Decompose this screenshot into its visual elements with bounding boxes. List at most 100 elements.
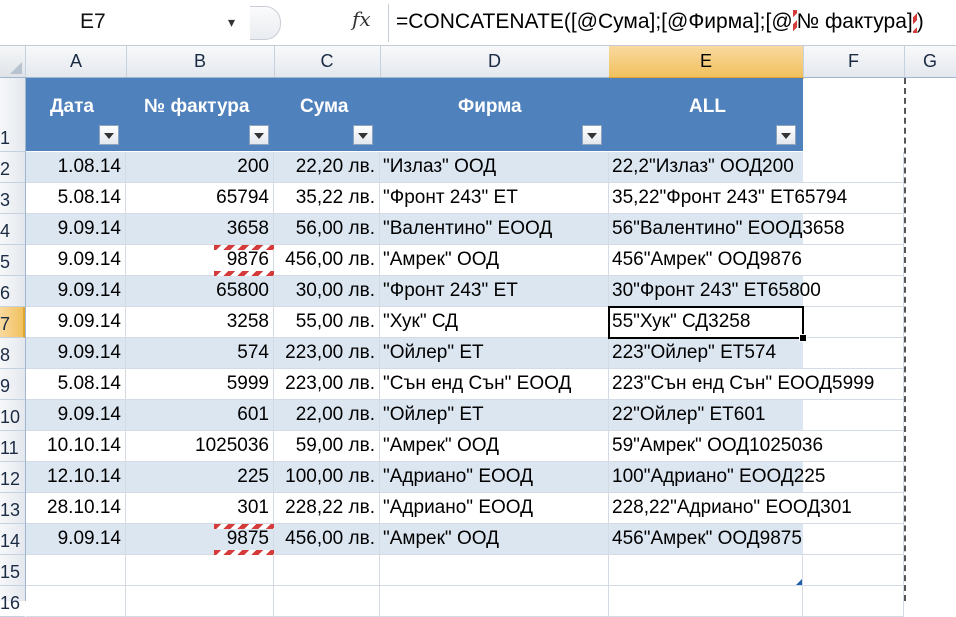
cell-c5[interactable]: 456,00 лв. [274, 245, 380, 276]
column-header-d[interactable]: D [380, 46, 610, 77]
row-header-1[interactable]: 1 [0, 78, 25, 152]
cell-a8[interactable]: 9.09.14 [26, 338, 126, 369]
row-header-11[interactable]: 11 [0, 431, 25, 462]
cell-a5[interactable]: 9.09.14 [26, 245, 126, 276]
empty-cell[interactable] [609, 555, 803, 586]
cell-a4[interactable]: 9.09.14 [26, 214, 126, 245]
cell-b7[interactable]: 3258 [126, 307, 274, 338]
cell-b13[interactable]: 301 [126, 493, 274, 524]
empty-cell[interactable] [274, 555, 380, 586]
cell-e11[interactable]: 59"Амрек" ООД1025036 [609, 431, 823, 462]
row-header-8[interactable]: 8 [0, 338, 25, 369]
empty-cell[interactable] [803, 431, 904, 462]
row-header-14[interactable]: 14 [0, 524, 25, 555]
worksheet-grid[interactable]: ABCDEFG 1 2 3 4 5 6 7 8 9 10 11 12 13 14 15 16 1.08.14 2… [0, 46, 956, 617]
cell-d4[interactable]: "Валентино" ЕООД [380, 214, 609, 245]
select-all-button[interactable] [0, 46, 26, 77]
cell-c2[interactable]: 22,20 лв. [274, 152, 380, 183]
filter-dropdown-icon[interactable] [582, 125, 602, 145]
row-header-2[interactable]: 2 [0, 152, 25, 183]
empty-cell[interactable] [803, 400, 904, 431]
column-header-e[interactable]: E [609, 46, 804, 79]
name-box-dropdown-icon[interactable]: ▾ [228, 8, 235, 36]
cell-b4[interactable]: 3658 [126, 214, 274, 245]
filter-dropdown-icon[interactable] [776, 125, 796, 145]
cell-d9[interactable]: "Сън енд Сън" ЕООД [380, 369, 609, 400]
cell-e10[interactable]: 22"Ойлер" ЕТ601 [609, 400, 803, 431]
cell-c14[interactable]: 456,00 лв. [274, 524, 380, 555]
table-resize-handle[interactable] [796, 579, 802, 585]
cell-d7[interactable]: "Хук" СД [380, 307, 609, 338]
empty-cell[interactable] [803, 524, 904, 555]
fill-handle[interactable] [799, 334, 807, 342]
name-box[interactable]: E7 ▾ [0, 8, 248, 36]
cell-d5[interactable]: "Амрек" ООД [380, 245, 609, 276]
cell-c4[interactable]: 56,00 лв. [274, 214, 380, 245]
empty-cell[interactable] [803, 152, 904, 183]
empty-cell[interactable] [803, 183, 904, 214]
cell-a2[interactable]: 1.08.14 [26, 152, 126, 183]
cell-c11[interactable]: 59,00 лв. [274, 431, 380, 462]
cell-e2[interactable]: 22,2"Излаз" ООД200 [609, 152, 803, 183]
empty-cell[interactable] [803, 307, 904, 338]
empty-cell[interactable] [803, 369, 904, 400]
row-header-16[interactable]: 16 [0, 586, 25, 617]
cell-b10[interactable]: 601 [126, 400, 274, 431]
cell-c9[interactable]: 223,00 лв. [274, 369, 380, 400]
empty-cell[interactable] [609, 586, 803, 617]
row-header-3[interactable]: 3 [0, 183, 25, 214]
formula-input[interactable]: =CONCATENATE([@Сума];[@Фирма];[@ № фактур… [396, 7, 924, 37]
empty-cell[interactable] [274, 586, 380, 617]
cell-b6[interactable]: 65800 [126, 276, 274, 307]
cell-b8[interactable]: 574 [126, 338, 274, 369]
cell-e8[interactable]: 223"Ойлер" ЕТ574 [609, 338, 803, 369]
cell-d12[interactable]: "Адриано" ЕООД [380, 462, 609, 493]
cell-a9[interactable]: 5.08.14 [26, 369, 126, 400]
cell-a11[interactable]: 10.10.14 [26, 431, 126, 462]
cell-b2[interactable]: 200 [126, 152, 274, 183]
column-header-b[interactable]: B [126, 46, 275, 77]
cell-e3[interactable]: 35,22"Фронт 243" ЕТ65794 [609, 183, 847, 214]
empty-cell[interactable] [26, 586, 126, 617]
cell-b9[interactable]: 5999 [126, 369, 274, 400]
empty-cell[interactable] [26, 555, 126, 586]
cell-a3[interactable]: 5.08.14 [26, 183, 126, 214]
cell-b3[interactable]: 65794 [126, 183, 274, 214]
row-header-10[interactable]: 10 [0, 400, 25, 431]
cell-a7[interactable]: 9.09.14 [26, 307, 126, 338]
cell-c6[interactable]: 30,00 лв. [274, 276, 380, 307]
cell-c12[interactable]: 100,00 лв. [274, 462, 380, 493]
cell-c13[interactable]: 228,22 лв. [274, 493, 380, 524]
cell-d14[interactable]: "Амрек" ООД [380, 524, 609, 555]
cell-b11[interactable]: 1025036 [126, 431, 274, 462]
empty-cell[interactable] [803, 462, 904, 493]
empty-cell[interactable] [803, 493, 904, 524]
filter-dropdown-icon[interactable] [249, 125, 269, 145]
column-header-a[interactable]: A [26, 46, 127, 77]
cell-e13[interactable]: 228,22"Адриано" ЕООД301 [609, 493, 852, 524]
cell-b12[interactable]: 225 [126, 462, 274, 493]
cell-e5[interactable]: 456"Амрек" ООД9876 [609, 245, 803, 276]
cell-a13[interactable]: 28.10.14 [26, 493, 126, 524]
row-header-6[interactable]: 6 [0, 276, 25, 307]
column-header-c[interactable]: C [274, 46, 381, 77]
cell-c3[interactable]: 35,22 лв. [274, 183, 380, 214]
cell-a14[interactable]: 9.09.14 [26, 524, 126, 555]
formula-bar-splitter[interactable] [250, 6, 281, 40]
cell-d13[interactable]: "Адриано" ЕООД [380, 493, 609, 524]
cell-d8[interactable]: "Ойлер" ЕТ [380, 338, 609, 369]
empty-cell[interactable] [803, 338, 904, 369]
name-box-value[interactable]: E7 [80, 8, 106, 36]
cell-c8[interactable]: 223,00 лв. [274, 338, 380, 369]
cell-d3[interactable]: "Фронт 243" ЕТ [380, 183, 609, 214]
empty-cell[interactable] [380, 555, 609, 586]
empty-cell[interactable] [380, 586, 609, 617]
cell-d2[interactable]: "Излаз" ООД [380, 152, 609, 183]
filter-dropdown-icon[interactable] [99, 125, 119, 145]
cell-e12[interactable]: 100"Адриано" ЕООД225 [609, 462, 825, 493]
empty-cell[interactable] [803, 586, 904, 617]
cell-c10[interactable]: 22,00 лв. [274, 400, 380, 431]
empty-cell[interactable] [126, 586, 274, 617]
cell-d10[interactable]: "Ойлер" ЕТ [380, 400, 609, 431]
cell-d11[interactable]: "Амрек" ООД [380, 431, 609, 462]
